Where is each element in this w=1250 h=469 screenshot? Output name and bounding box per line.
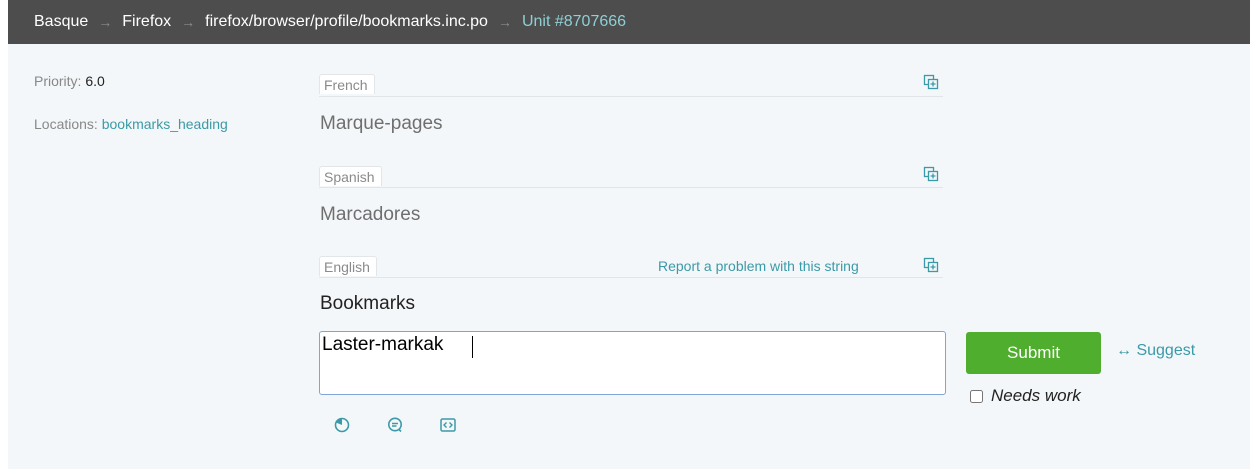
needs-work-label: Needs work (991, 386, 1081, 405)
breadcrumb-project[interactable]: Firefox (122, 13, 171, 31)
alt-translation-spanish: Marcadores (320, 204, 421, 225)
copy-icon[interactable] (923, 74, 939, 90)
translation-editor[interactable] (319, 331, 946, 395)
copy-icon[interactable] (923, 166, 939, 182)
needs-work-checkbox[interactable] (970, 389, 983, 403)
breadcrumb-file[interactable]: firefox/browser/profile/bookmarks.inc.po (205, 13, 488, 31)
text-caret (472, 336, 473, 358)
alt-language-label-spanish: Spanish (319, 166, 382, 186)
breadcrumb-unit[interactable]: Unit #8707666 (522, 13, 626, 31)
code-icon[interactable] (439, 416, 457, 434)
divider (319, 277, 943, 278)
submit-button[interactable]: Submit (966, 332, 1101, 374)
report-problem-link[interactable]: Report a problem with this string (658, 258, 859, 274)
alt-language-label-french: French (319, 74, 375, 94)
suggest-link[interactable]: ↔ Suggest (1116, 342, 1195, 360)
locations: Locations: bookmarks_heading (34, 116, 228, 132)
unit-panel: Priority: 6.0 Locations: bookmarks_headi… (8, 44, 1250, 469)
source-string: Bookmarks (320, 293, 416, 314)
source-language-label: English (319, 256, 377, 276)
priority-label: Priority: (34, 73, 82, 89)
copy-icon[interactable] (923, 257, 939, 273)
divider (319, 96, 943, 97)
breadcrumb-separator: → (98, 14, 113, 30)
divider (319, 187, 943, 188)
priority-value: 6.0 (85, 73, 105, 89)
alt-translation-french: Marque-pages (320, 113, 443, 134)
priority: Priority: 6.0 (34, 73, 105, 89)
needs-work-toggle[interactable]: Needs work (970, 386, 1081, 406)
history-icon[interactable] (333, 416, 351, 434)
breadcrumb-separator: → (181, 14, 196, 30)
location-link[interactable]: bookmarks_heading (102, 116, 228, 132)
breadcrumb-language[interactable]: Basque (34, 13, 88, 31)
breadcrumb: Basque → Firefox → firefox/browser/profi… (8, 0, 1250, 44)
breadcrumb-separator: → (497, 14, 512, 30)
locations-label: Locations: (34, 116, 98, 132)
comment-icon[interactable] (386, 416, 404, 434)
